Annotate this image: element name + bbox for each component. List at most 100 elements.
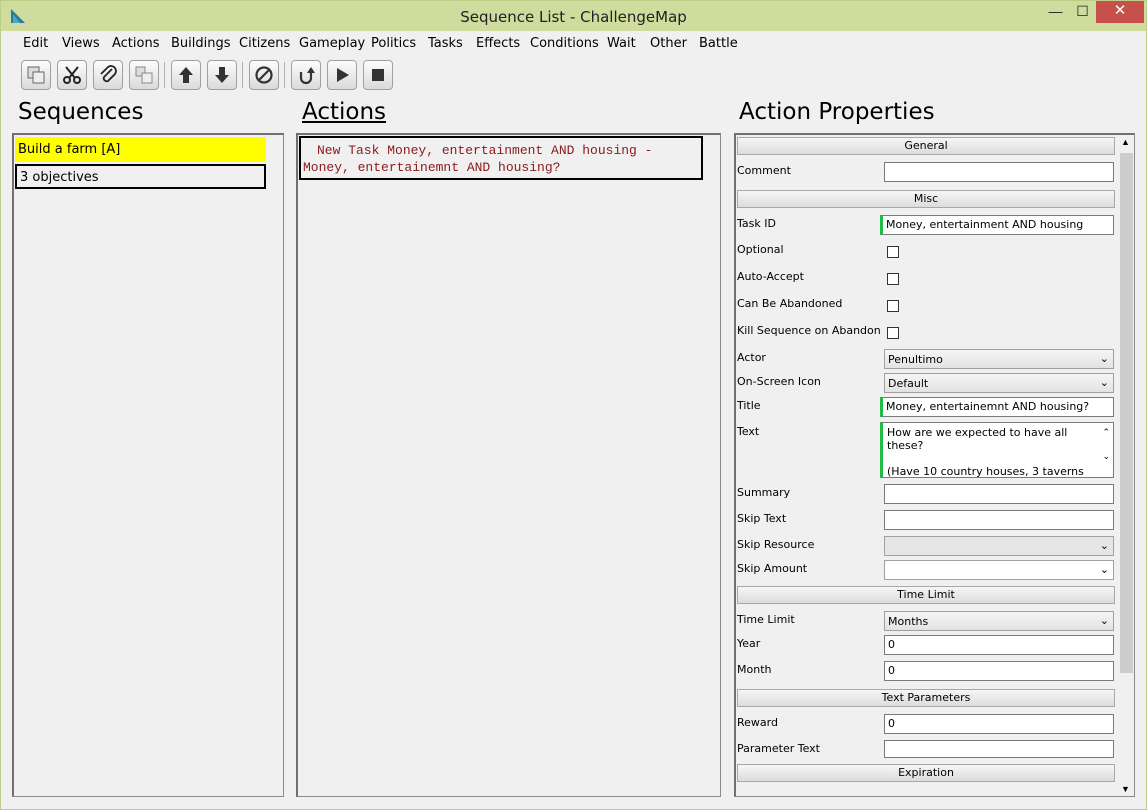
rotate-icon [299,67,315,85]
menu-other[interactable]: Other [650,36,687,51]
disable-icon [255,66,273,84]
time-limit-label: Time Limit [737,613,795,626]
month-label: Month [737,663,772,676]
window-title: Sequence List - ChallengeMap [460,8,687,26]
kill-sequence-label: Kill Sequence on Abandon [737,324,881,337]
status-bar [1,801,1146,809]
auto-accept-checkbox[interactable] [887,273,899,285]
text-line: (Have 10 country houses, 3 taverns and [887,465,1084,478]
summary-label: Summary [737,486,791,499]
menu-politics[interactable]: Politics [371,36,416,51]
auto-accept-label: Auto-Accept [737,270,804,283]
cut-icon [63,66,81,84]
parameter-text-label: Parameter Text [737,742,820,755]
reward-label: Reward [737,716,778,729]
play-button[interactable] [327,60,357,90]
month-field[interactable]: 0 [884,661,1114,681]
scroll-down-icon[interactable]: ⌄ [1102,451,1110,464]
menu-views[interactable]: Views [62,36,100,51]
skip-amount-label: Skip Amount [737,562,808,575]
scroll-up-icon[interactable]: ⌃ [1102,427,1110,440]
section-text-parameters[interactable]: Text Parameters [737,689,1115,707]
chevron-down-icon: ⌄ [1099,352,1109,365]
task-id-label: Task ID [737,217,776,230]
can-be-abandoned-label: Can Be Abandoned [737,297,843,310]
on-screen-icon-label: On-Screen Icon [737,375,821,388]
maximize-button[interactable]: ☐ [1069,1,1096,23]
skip-resource-label: Skip Resource [737,538,815,551]
reward-field[interactable]: 0 [884,714,1114,734]
action-item[interactable]: New Task Money, entertainment AND housin… [299,136,703,180]
menu-conditions[interactable]: Conditions [530,36,599,51]
stop-button[interactable] [363,60,393,90]
parameter-text-field[interactable] [884,740,1114,758]
actor-value: Penultimo [888,353,943,366]
minimize-button[interactable]: — [1042,1,1069,23]
section-general[interactable]: General [737,137,1115,155]
menu-buildings[interactable]: Buildings [171,36,231,51]
properties-scrollbar[interactable]: ▲ ▼ [1119,135,1134,796]
skip-amount-select[interactable]: ⌄ [884,560,1114,580]
action-line: Money, entertainemnt AND housing? [303,160,561,175]
close-button[interactable]: ✕ [1096,1,1144,23]
menu-edit[interactable]: Edit [23,36,48,51]
arrow-down-icon [215,67,229,83]
text-area[interactable]: How are we expected to have all these? (… [880,422,1114,478]
actions-panel [296,133,721,797]
sequence-item-selected[interactable]: Build a farm [A] [15,137,266,162]
task-id-field[interactable]: Money, entertainment AND housing [880,215,1114,235]
move-down-button[interactable] [207,60,237,90]
sequences-heading: Sequences [18,99,144,125]
paste-button[interactable] [129,60,159,90]
section-expiration[interactable]: Expiration [737,764,1115,782]
time-limit-select[interactable]: Months ⌄ [884,611,1114,631]
restart-button[interactable] [291,60,321,90]
title-bar: Sequence List - ChallengeMap — ☐ ✕ [1,1,1146,31]
kill-sequence-checkbox[interactable] [887,327,899,339]
menu-gameplay[interactable]: Gameplay [299,36,365,51]
scroll-thumb[interactable] [1120,153,1133,673]
menu-wait[interactable]: Wait [607,36,636,51]
move-up-button[interactable] [171,60,201,90]
chevron-down-icon: ⌄ [1099,376,1109,389]
title-field[interactable]: Money, entertainemnt AND housing? [880,397,1114,417]
menu-effects[interactable]: Effects [476,36,520,51]
paperclip-icon [100,65,117,83]
attach-button[interactable] [93,60,123,90]
chevron-down-icon: ⌄ [1099,614,1109,627]
app-window: Sequence List - ChallengeMap — ☐ ✕ Edit … [0,0,1147,810]
time-limit-value: Months [888,615,929,628]
scroll-up-icon[interactable]: ▲ [1121,137,1130,147]
section-time-limit[interactable]: Time Limit [737,586,1115,604]
copy-button[interactable] [21,60,51,90]
summary-field[interactable] [884,484,1114,504]
menu-actions[interactable]: Actions [112,36,160,51]
menu-battle[interactable]: Battle [699,36,738,51]
comment-field[interactable] [884,162,1114,182]
chevron-down-icon: ⌄ [1099,563,1109,576]
actor-select[interactable]: Penultimo ⌄ [884,349,1114,369]
text-label: Text [737,425,760,438]
play-icon [337,68,349,82]
comment-label: Comment [737,164,791,177]
optional-checkbox[interactable] [887,246,899,258]
menu-citizens[interactable]: Citizens [239,36,290,51]
section-misc[interactable]: Misc [737,190,1115,208]
cut-button[interactable] [57,60,87,90]
menu-tasks[interactable]: Tasks [428,36,463,51]
paste-icon [135,66,153,84]
on-screen-icon-select[interactable]: Default ⌄ [884,373,1114,393]
sequences-panel [12,133,284,797]
skip-text-field[interactable] [884,510,1114,530]
skip-resource-select[interactable]: ⌄ [884,536,1114,556]
disable-button[interactable] [249,60,279,90]
skip-text-label: Skip Text [737,512,787,525]
actor-label: Actor [737,351,766,364]
scroll-down-icon[interactable]: ▼ [1121,784,1130,794]
toolbar-separator [284,62,285,88]
year-field[interactable]: 0 [884,635,1114,655]
stop-icon [372,69,384,81]
can-be-abandoned-checkbox[interactable] [887,300,899,312]
actions-heading: Actions [302,99,387,125]
sequence-item[interactable]: 3 objectives [15,164,266,189]
